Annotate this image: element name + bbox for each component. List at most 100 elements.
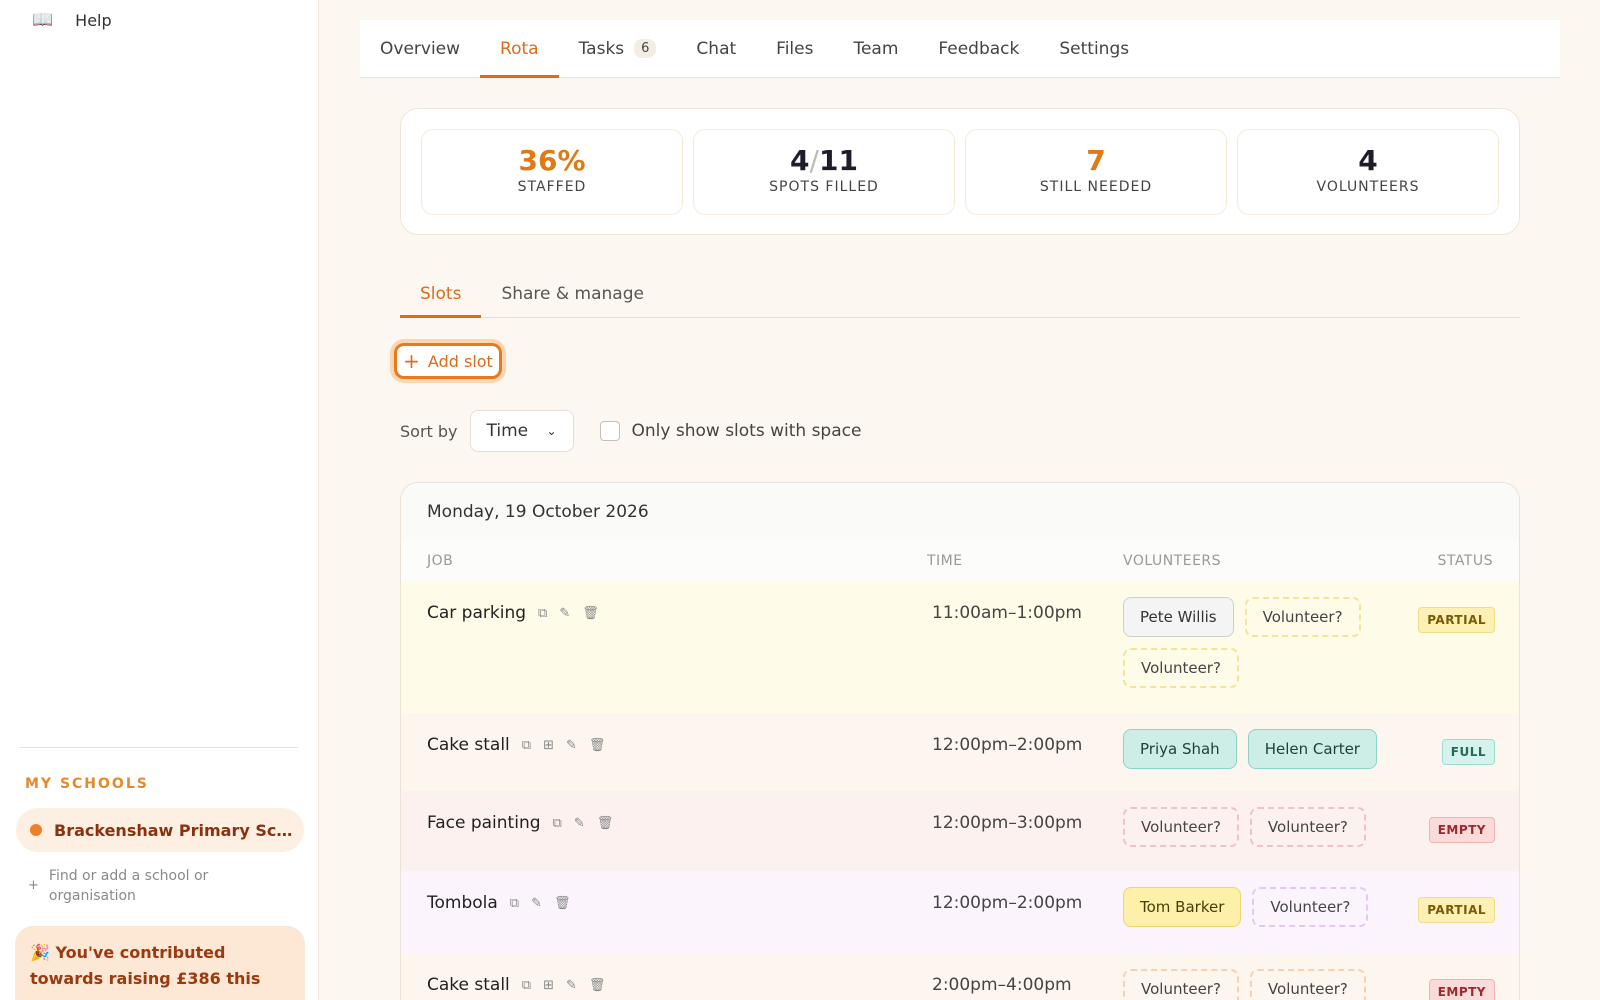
find-add-school-link[interactable]: + Find or add a school or organisation	[28, 866, 249, 906]
contribution-banner: 🎉 You've contributed towards raising £38…	[15, 926, 305, 1000]
school-item-brackenshaw[interactable]: Brackenshaw Primary Sch...	[16, 808, 304, 852]
find-add-label: Find or add a school or organisation	[48, 868, 209, 904]
volunteer-empty-chip[interactable]: Volunteer?	[1123, 648, 1239, 688]
job-cell: Cake stall ⧉ ⊞ ✎ 🗑	[427, 735, 605, 755]
volunteers-cell: Tom Barker Volunteer?	[1123, 887, 1423, 927]
volunteer-empty-chip[interactable]: Volunteer?	[1123, 807, 1239, 847]
sort-by-label: Sort by	[400, 421, 458, 441]
trash-icon[interactable]: 🗑	[554, 896, 571, 911]
duplicate-icon[interactable]: ⧉	[538, 606, 547, 621]
volunteer-chip[interactable]: Helen Carter	[1247, 729, 1377, 769]
duplicate-icon[interactable]: ⧉	[522, 978, 531, 993]
tab-tasks[interactable]: Tasks 6	[559, 20, 677, 77]
status-badge: EMPTY	[1428, 979, 1495, 1000]
tab-label: Tasks	[578, 38, 625, 59]
job-name: Cake stall	[427, 975, 510, 995]
volunteer-chip[interactable]: Priya Shah	[1123, 729, 1237, 769]
only-space-checkbox[interactable]	[599, 421, 620, 441]
help-label: Help	[75, 10, 112, 30]
stat-still-needed: 7 STILL NEEDED	[965, 129, 1227, 215]
subtab-share-manage[interactable]: Share & manage	[481, 270, 664, 317]
tab-chat[interactable]: Chat	[676, 20, 756, 77]
table-header: JOB TIME VOLUNTEERS STATUS	[401, 541, 1519, 581]
edit-icon[interactable]: ✎	[531, 896, 542, 911]
only-space-label[interactable]: Only show slots with space	[632, 421, 862, 441]
volunteer-empty-chip[interactable]: Volunteer?	[1249, 807, 1366, 847]
tab-rota[interactable]: Rota	[480, 20, 559, 78]
tab-feedback[interactable]: Feedback	[918, 20, 1039, 77]
chevron-down-icon: ⌄	[546, 424, 557, 438]
stat-label: VOLUNTEERS	[1316, 179, 1420, 195]
tab-settings[interactable]: Settings	[1039, 20, 1149, 77]
tab-files[interactable]: Files	[756, 20, 833, 77]
tab-label: Team	[853, 38, 899, 59]
job-cell: Cake stall ⧉ ⊞ ✎ 🗑	[427, 975, 605, 995]
volunteer-chip[interactable]: Tom Barker	[1123, 887, 1242, 927]
sort-controls: Sort by Time ⌄ Only show slots with spac…	[400, 410, 861, 452]
status-badge: PARTIAL	[1418, 897, 1495, 923]
book-icon: 📖	[32, 10, 54, 30]
tasks-count-badge: 6	[634, 39, 657, 58]
table-row: Cake stall ⧉ ⊞ ✎ 🗑 12:00pm–2:00pm Priya …	[401, 713, 1519, 791]
job-name: Face painting	[427, 813, 541, 833]
trash-icon[interactable]: 🗑	[589, 978, 606, 993]
edit-icon[interactable]: ✎	[559, 606, 570, 621]
trash-icon[interactable]: 🗑	[589, 738, 606, 753]
edit-icon[interactable]: ✎	[566, 978, 577, 993]
help-link[interactable]: 📖 Help	[32, 10, 112, 30]
table-row: Face painting ⧉ ✎ 🗑 12:00pm–3:00pm Volun…	[401, 791, 1519, 871]
table-row: Car parking ⧉ ✎ 🗑 11:00am–1:00pm Pete Wi…	[401, 581, 1519, 713]
tab-label: Overview	[380, 38, 461, 59]
volunteer-empty-chip[interactable]: Volunteer?	[1123, 969, 1239, 1000]
trash-icon[interactable]: 🗑	[582, 606, 599, 621]
edit-icon[interactable]: ✎	[566, 738, 577, 753]
tab-label: Files	[776, 38, 814, 59]
job-cell: Face painting ⧉ ✎ 🗑	[427, 813, 613, 833]
filled-count: 4	[790, 144, 810, 177]
stat-label: SPOTS FILLED	[769, 179, 879, 195]
table-row: Cake stall ⧉ ⊞ ✎ 🗑 2:00pm–4:00pm Volunte…	[401, 953, 1519, 1000]
time-cell: 12:00pm–2:00pm	[932, 893, 1083, 913]
trash-icon[interactable]: 🗑	[597, 816, 614, 831]
job-cell: Car parking ⧉ ✎ 🗑	[427, 603, 599, 623]
volunteer-empty-chip[interactable]: Volunteer?	[1244, 597, 1361, 637]
tab-team[interactable]: Team	[833, 20, 918, 77]
volunteers-cell: Priya Shah Helen Carter	[1123, 729, 1423, 769]
volunteer-empty-chip[interactable]: Volunteer?	[1249, 969, 1366, 1000]
total-count: 11	[818, 144, 858, 177]
sort-selected-value: Time	[486, 421, 529, 441]
duplicate-icon[interactable]: ⧉	[510, 896, 519, 911]
plus-icon: +	[403, 349, 420, 373]
status-badge: FULL	[1441, 739, 1495, 765]
volunteers-cell: Pete Willis Volunteer? Volunteer?	[1123, 597, 1393, 688]
status-badge: EMPTY	[1428, 817, 1495, 843]
edit-icon[interactable]: ✎	[574, 816, 585, 831]
sort-select[interactable]: Time ⌄	[469, 410, 574, 452]
status-badge: PARTIAL	[1418, 607, 1495, 633]
add-slot-label: Add slot	[427, 351, 493, 371]
top-nav: Overview Rota Tasks 6 Chat Files Team Fee…	[360, 20, 1560, 78]
rota-subtabs: Slots Share & manage	[400, 270, 1520, 318]
duplicate-icon[interactable]: ⧉	[553, 816, 562, 831]
grid-icon[interactable]: ⊞	[543, 978, 554, 993]
stat-value: 4/11	[694, 144, 954, 177]
tab-overview[interactable]: Overview	[360, 20, 480, 77]
time-cell: 2:00pm–4:00pm	[932, 975, 1072, 995]
col-status: STATUS	[1437, 553, 1493, 569]
grid-icon[interactable]: ⊞	[543, 738, 554, 753]
tab-label: Feedback	[938, 38, 1020, 59]
time-cell: 12:00pm–2:00pm	[932, 735, 1083, 755]
volunteers-cell: Volunteer? Volunteer?	[1123, 807, 1393, 847]
volunteer-chip[interactable]: Pete Willis	[1123, 597, 1234, 637]
tab-label: Chat	[696, 38, 737, 59]
volunteer-empty-chip[interactable]: Volunteer?	[1252, 887, 1369, 927]
plus-icon: +	[28, 878, 39, 893]
party-popper-icon: 🎉	[30, 943, 50, 962]
contribution-text: You've contributed towards raising £386 …	[30, 943, 261, 1000]
date-header: Monday, 19 October 2026	[401, 483, 1519, 541]
stat-label: STAFFED	[517, 179, 587, 195]
my-schools-heading: MY SCHOOLS	[25, 776, 149, 792]
duplicate-icon[interactable]: ⧉	[522, 738, 531, 753]
add-slot-button[interactable]: + Add slot	[394, 343, 502, 379]
subtab-slots[interactable]: Slots	[400, 270, 482, 318]
